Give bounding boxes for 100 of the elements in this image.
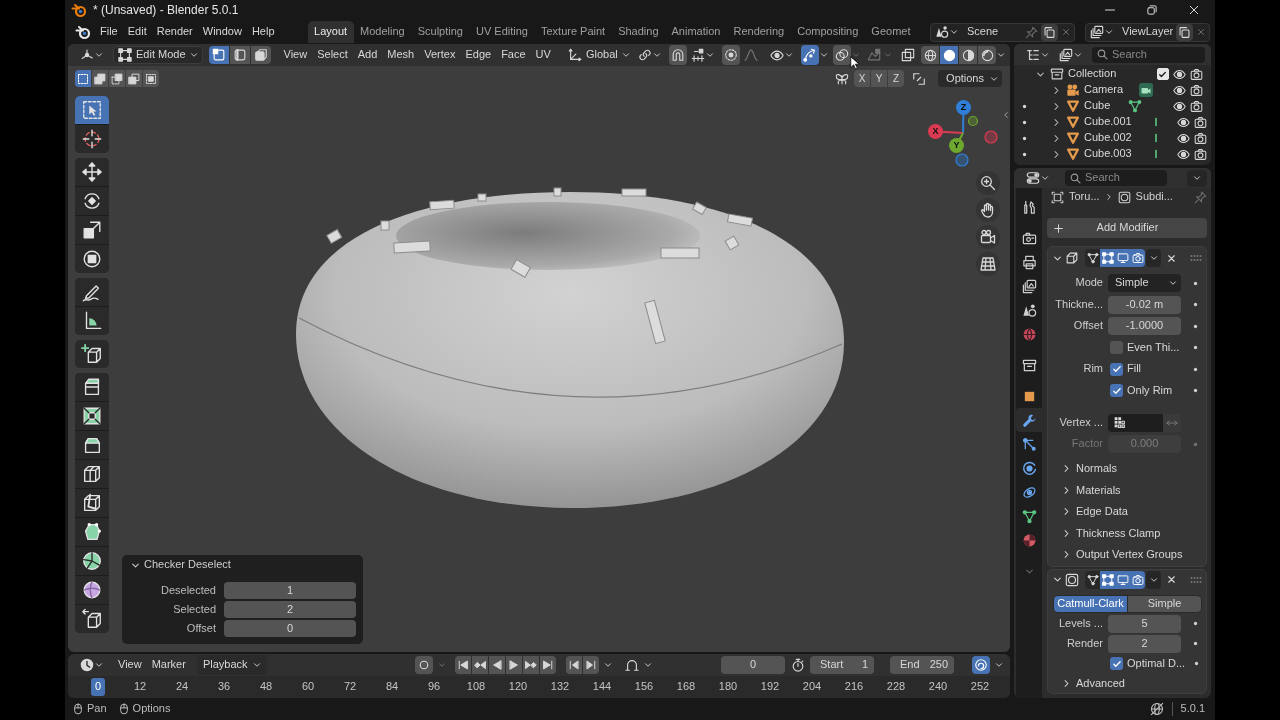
menu-item[interactable]: Add <box>352 45 383 65</box>
step-forward-button[interactable] <box>583 656 600 674</box>
options-dropdown[interactable]: Options <box>938 70 1002 87</box>
modifier-toggle[interactable] <box>1115 249 1130 267</box>
camera-icon[interactable] <box>1193 147 1207 161</box>
eye-icon[interactable] <box>1176 115 1190 129</box>
eye-icon[interactable] <box>1176 147 1190 161</box>
playback-dropdown[interactable]: Playback <box>196 655 267 675</box>
orientation-dropdown[interactable]: Global <box>565 45 632 65</box>
eye-icon[interactable] <box>1176 131 1190 145</box>
smooth-tool[interactable] <box>75 576 109 604</box>
knife-tool[interactable] <box>75 489 109 517</box>
add-cube-tool[interactable] <box>75 340 109 368</box>
subpanel-header[interactable]: Materials <box>1048 479 1206 501</box>
menu-item[interactable]: Help <box>246 22 280 42</box>
drag-handle-icon[interactable] <box>1190 254 1202 262</box>
transform-tool[interactable] <box>75 245 109 273</box>
scene-browse-button[interactable] <box>933 23 960 41</box>
pin-icon[interactable] <box>1194 190 1207 204</box>
keyframe-dot-icon[interactable] <box>1192 388 1198 393</box>
start-frame-field[interactable]: Start 1 <box>810 656 874 674</box>
segment-option[interactable]: Catmull-Clark <box>1054 595 1127 612</box>
dropdown-field[interactable]: Simple <box>1108 274 1181 292</box>
view-layer-browse-button[interactable] <box>1088 23 1115 41</box>
chevron-right-icon[interactable] <box>1051 101 1061 111</box>
menu-item[interactable]: Marker <box>146 655 191 675</box>
next-keyframe-button[interactable] <box>523 656 540 674</box>
previous-keyframe-button[interactable] <box>472 656 489 674</box>
outliner-item[interactable]: Cube.002 <box>1084 131 1132 145</box>
outliner-item[interactable]: Collection <box>1068 67 1117 81</box>
menu-item[interactable]: Render <box>151 22 198 42</box>
shading-mode-button[interactable] <box>940 46 958 64</box>
menu-item[interactable]: Select <box>312 45 353 65</box>
chevron-down-icon[interactable] <box>1035 69 1045 79</box>
extrude-tool[interactable] <box>75 373 109 401</box>
properties-tab[interactable] <box>1016 408 1042 432</box>
subpanel-header[interactable]: Advanced <box>1048 674 1206 693</box>
keyframe-dot-icon[interactable] <box>1192 621 1198 626</box>
camera-icon[interactable] <box>1190 99 1203 113</box>
outliner-item[interactable]: Cube <box>1084 99 1111 113</box>
number-field[interactable]: 5 <box>1108 614 1181 633</box>
menu-item[interactable]: Window <box>197 22 247 42</box>
selection-mode-button[interactable] <box>126 70 142 87</box>
modifier-toggle[interactable] <box>1130 570 1145 589</box>
select-mode-button[interactable] <box>229 46 250 64</box>
current-frame-field[interactable]: 0 <box>721 656 785 674</box>
segment-option[interactable]: Simple <box>1128 595 1201 612</box>
keyframe-dot-icon[interactable] <box>1192 366 1198 372</box>
workspace-tab[interactable]: Rendering <box>726 21 791 43</box>
outliner-item[interactable]: Camera <box>1084 83 1124 97</box>
subpanel-header[interactable]: Normals <box>1048 458 1206 480</box>
zoom-button[interactable] <box>976 171 1000 195</box>
menu-item[interactable]: Edge <box>460 45 497 65</box>
modifier-toggle[interactable] <box>1100 570 1115 589</box>
mirror-axis-toggle[interactable]: Y <box>871 70 888 87</box>
chevron-right-icon[interactable] <box>1051 85 1061 95</box>
overlays-toggle[interactable] <box>833 45 851 65</box>
panel-header[interactable]: Checker Deselect <box>128 555 234 575</box>
scale-tool[interactable] <box>75 216 109 244</box>
keyframe-dot-icon[interactable] <box>1192 345 1198 350</box>
number-field[interactable]: 2 <box>1108 634 1181 653</box>
view-toggle[interactable] <box>972 656 990 674</box>
number-field[interactable]: -0.02 m <box>1108 295 1181 314</box>
pan-button[interactable] <box>976 198 1000 222</box>
dot-icon[interactable] <box>1021 151 1027 157</box>
number-field[interactable]: 1 <box>224 582 356 599</box>
add-modifier-button[interactable]: Add Modifier <box>1047 218 1207 238</box>
shading-mode-button[interactable] <box>921 46 939 64</box>
cursor-tool[interactable] <box>75 125 109 153</box>
rotate-tool[interactable] <box>75 187 109 215</box>
camera-icon[interactable] <box>1190 67 1203 81</box>
shear-tool[interactable] <box>75 605 109 633</box>
mirror-axis-toggle[interactable]: Z <box>888 70 905 87</box>
outliner-item[interactable]: Cube.003 <box>1084 147 1132 161</box>
keyframe-dot-icon[interactable] <box>1193 661 1199 666</box>
axis-label[interactable]: Y <box>949 138 964 153</box>
menu-item[interactable]: Mesh <box>382 45 420 65</box>
menu-item[interactable]: File <box>95 22 123 42</box>
mirror-axis-toggle[interactable]: X <box>854 70 871 87</box>
menu-item[interactable]: Face <box>496 45 531 65</box>
move-tool[interactable] <box>75 158 109 186</box>
chevron-down-icon[interactable] <box>1053 575 1062 584</box>
measure-tool[interactable] <box>75 307 109 335</box>
keyframe-dot-icon[interactable] <box>1192 323 1198 329</box>
step-back-button[interactable] <box>566 656 583 674</box>
camera-view-button[interactable] <box>976 225 1000 249</box>
keyframe-dot-icon[interactable] <box>1192 641 1198 646</box>
subpanel-header[interactable]: Output Vertex Groups <box>1048 544 1206 566</box>
mode-dropdown[interactable]: Edit Mode <box>113 46 203 64</box>
stopwatch-icon[interactable] <box>791 658 805 672</box>
eye-icon[interactable] <box>1173 99 1186 113</box>
workspace-tab[interactable]: Animation <box>665 21 727 43</box>
workspace-tab[interactable]: UV Editing <box>469 21 535 43</box>
auto-keying-toggle[interactable] <box>415 656 434 674</box>
workspace-tab[interactable]: Geomet <box>864 21 917 43</box>
snap-toggle[interactable] <box>668 45 687 65</box>
gizmo-toggle[interactable] <box>801 45 819 65</box>
menu-item[interactable]: View <box>278 45 313 65</box>
vertex-group-field[interactable] <box>1108 413 1163 432</box>
perspective-toggle[interactable] <box>976 252 1000 276</box>
